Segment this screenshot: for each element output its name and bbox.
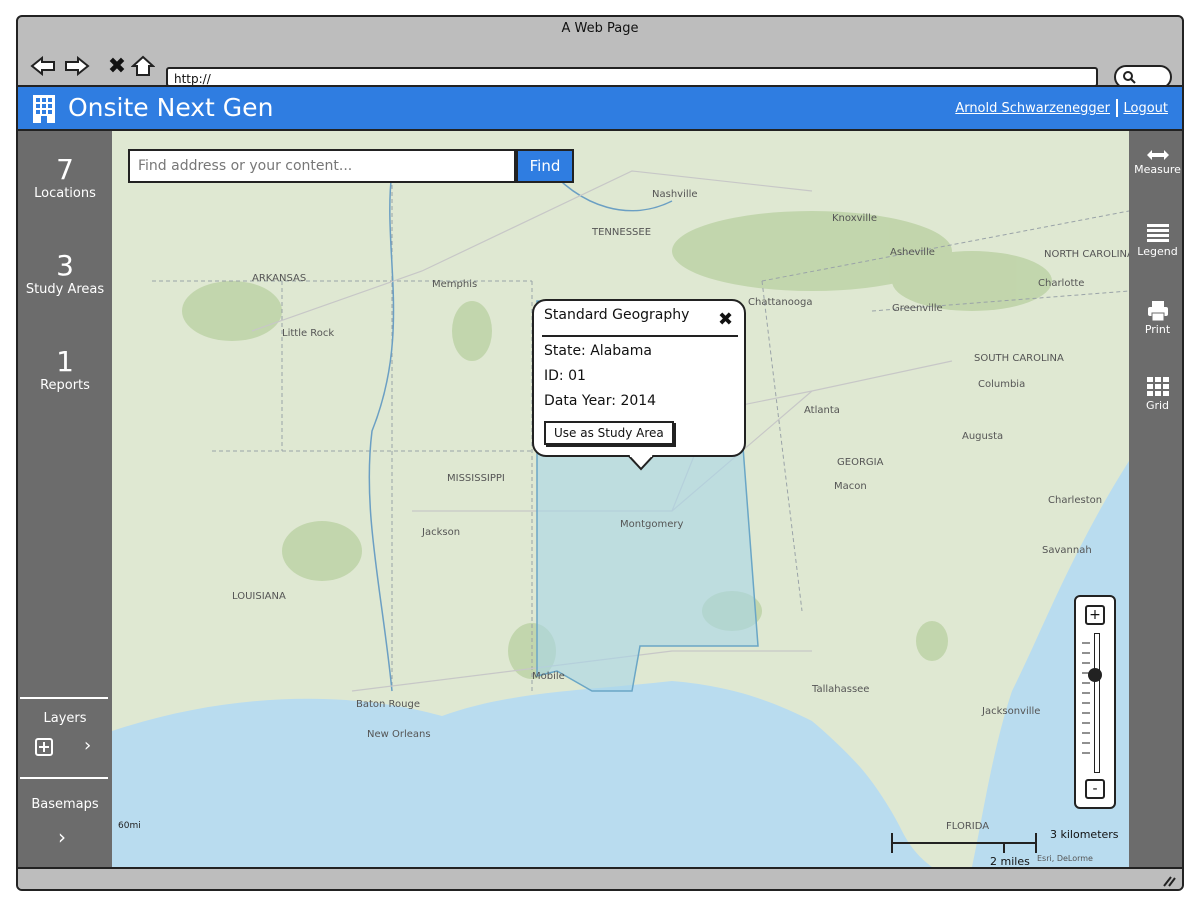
stat-label: Reports	[40, 378, 90, 393]
browser-window: A Web Page ✖ http:// Onsite Next Gen Arn…	[16, 15, 1184, 891]
popup-divider	[542, 335, 738, 337]
geography-popup: Standard Geography ✖ State: Alabama ID: …	[532, 299, 746, 471]
map-city-label: Nashville	[652, 189, 698, 200]
map-city-label: Macon	[834, 481, 867, 492]
stop-icon[interactable]: ✖	[104, 53, 130, 79]
map-city-label: Memphis	[432, 279, 477, 290]
map-city-label: Jackson	[421, 527, 460, 538]
map-city-label: Chattanooga	[748, 297, 812, 308]
divider	[20, 697, 108, 699]
map-city-label: Little Rock	[282, 328, 334, 339]
map-city-label: Greenville	[892, 303, 943, 314]
user-name-link[interactable]: Arnold Schwarzenegger	[955, 101, 1110, 116]
tool-label: Print	[1144, 323, 1171, 336]
map-state-label: ARKANSAS	[252, 273, 306, 284]
stat-value: 7	[56, 153, 74, 186]
map-city-label: Savannah	[1042, 545, 1092, 556]
zoom-track	[1094, 633, 1100, 773]
stat-label: Locations	[34, 186, 96, 201]
scale-left-label: 60mi	[118, 821, 141, 831]
map-state-label: TENNESSEE	[591, 227, 651, 238]
use-as-study-area-button[interactable]: Use as Study Area	[544, 421, 674, 445]
map-search-input[interactable]	[128, 149, 516, 183]
basemaps-expand-icon[interactable]: ›	[58, 825, 66, 849]
legend-tool[interactable]: Legend	[1129, 223, 1182, 258]
map-city-label: Tallahassee	[811, 684, 869, 695]
map-state-label: MISSISSIPPI	[447, 473, 505, 484]
basemaps-label: Basemaps	[31, 797, 99, 812]
app-header: Onsite Next Gen Arnold Schwarzenegger Lo…	[18, 85, 1182, 131]
map-city-label: Jacksonville	[981, 706, 1040, 717]
popup-year: Data Year: 2014	[544, 393, 657, 409]
popup-pointer	[628, 455, 654, 471]
map-city-label: Knoxville	[832, 213, 877, 224]
popup-title: Standard Geography	[544, 307, 690, 323]
add-layer-icon[interactable]	[34, 737, 54, 761]
resize-grip-icon[interactable]	[1162, 875, 1176, 887]
grid-tool[interactable]: Grid	[1129, 377, 1182, 412]
tool-label: Grid	[1145, 399, 1170, 412]
layers-label: Layers	[43, 711, 87, 726]
measure-tool[interactable]: Measure	[1129, 149, 1182, 176]
window-title: A Web Page	[561, 21, 639, 36]
zoom-out-button[interactable]: -	[1085, 779, 1105, 799]
grid-icon	[1146, 377, 1169, 396]
map-attribution: Esri, DeLorme	[1037, 854, 1093, 863]
tool-label: Legend	[1137, 245, 1178, 258]
map-city-label: Atlanta	[804, 405, 840, 416]
logout-link[interactable]: Logout	[1123, 101, 1168, 116]
status-bar	[18, 867, 1182, 889]
close-icon[interactable]: ✖	[718, 309, 733, 330]
map-city-label: Charleston	[1048, 495, 1102, 506]
map-city-label: Asheville	[890, 247, 935, 258]
map-city-label: Columbia	[978, 379, 1025, 390]
stat-value: 1	[56, 345, 74, 378]
back-icon[interactable]	[30, 53, 56, 79]
zoom-control: + -	[1074, 595, 1116, 809]
zoom-slider-thumb[interactable]	[1088, 667, 1102, 682]
zoom-in-button[interactable]: +	[1085, 605, 1105, 625]
map-city-label: Charlotte	[1038, 278, 1084, 289]
forward-icon[interactable]	[64, 53, 90, 79]
url-bar[interactable]: http://	[166, 67, 1098, 87]
stat-locations[interactable]: 7 Locations	[18, 153, 112, 201]
home-icon[interactable]	[130, 53, 156, 79]
scale-km-label: 3 kilometers	[1050, 828, 1119, 841]
map-state-label: NORTH CAROLINA	[1044, 249, 1129, 260]
measure-icon	[1146, 150, 1169, 160]
tool-label: Measure	[1134, 163, 1181, 176]
header-separator	[1116, 99, 1118, 117]
scale-miles-label: 2 miles	[990, 855, 1030, 867]
map-city-label: Augusta	[962, 431, 1003, 442]
map-canvas[interactable]: ARKANSAS TENNESSEE MISSISSIPPI LOUISIANA…	[112, 131, 1129, 867]
popup-state: State: Alabama	[544, 343, 652, 359]
browser-navbar: ✖ http://	[18, 39, 1182, 89]
stat-study-areas[interactable]: 3 Study Areas	[18, 249, 112, 297]
map-city-label: Mobile	[532, 671, 565, 682]
layers-expand-icon[interactable]: ›	[84, 735, 91, 756]
divider	[20, 777, 108, 779]
building-icon	[32, 94, 56, 128]
map-state-label: GEORGIA	[837, 457, 884, 468]
map-state-label: SOUTH CAROLINA	[974, 353, 1064, 364]
find-button[interactable]: Find	[516, 149, 574, 183]
map-city-label: New Orleans	[367, 729, 431, 740]
print-tool[interactable]: Print	[1129, 301, 1182, 336]
map-city-label: Montgomery	[620, 519, 683, 530]
basemap: ARKANSAS TENNESSEE MISSISSIPPI LOUISIANA…	[112, 131, 1129, 867]
app-title: Onsite Next Gen	[68, 93, 274, 122]
left-sidebar: 7 Locations 3 Study Areas 1 Reports Laye…	[18, 131, 112, 867]
right-toolbar: Measure Legend Print Grid	[1129, 131, 1182, 867]
stat-reports[interactable]: 1 Reports	[18, 345, 112, 393]
map-city-label: Baton Rouge	[356, 699, 420, 710]
search-icon	[1123, 71, 1136, 84]
zoom-ticks	[1082, 642, 1090, 754]
map-state-label: LOUISIANA	[232, 591, 286, 602]
popup-id: ID: 01	[544, 368, 586, 384]
legend-icon	[1146, 224, 1169, 242]
stat-value: 3	[56, 249, 74, 282]
stat-label: Study Areas	[25, 282, 105, 297]
print-icon	[1147, 301, 1168, 321]
